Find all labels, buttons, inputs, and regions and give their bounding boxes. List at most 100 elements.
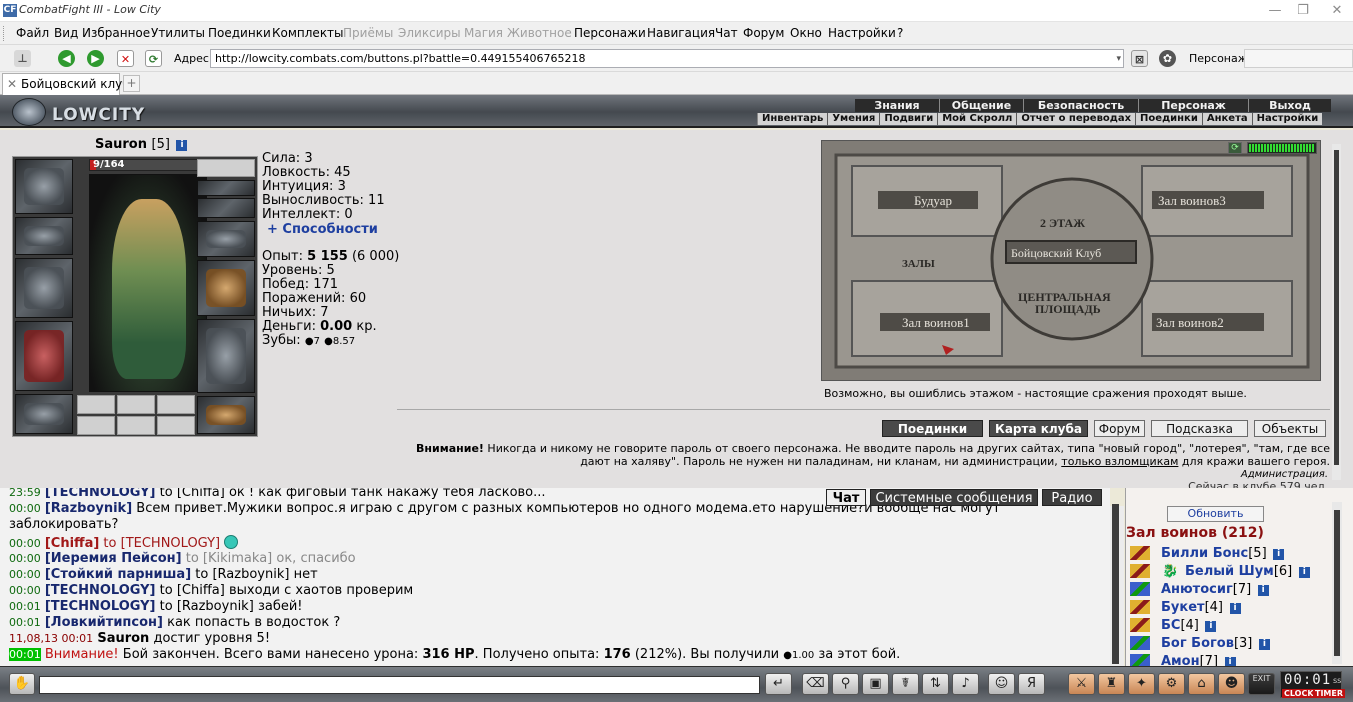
nav-feats[interactable]: Подвиги <box>880 113 939 125</box>
tab-fight-club[interactable]: ✕ Бойцовский клуб <box>2 73 130 95</box>
menu-item-view[interactable]: Вид <box>54 26 78 40</box>
character-select[interactable] <box>1244 49 1353 68</box>
rune-slot-2[interactable] <box>117 416 155 435</box>
gloves-slot[interactable] <box>197 221 255 257</box>
filter-icon[interactable]: ⚲ <box>832 673 859 695</box>
menu-item-duels[interactable]: Поединки <box>208 26 271 40</box>
close-icon[interactable]: ✕ <box>1327 2 1347 19</box>
chat-sender[interactable]: [TECHNOLOGY] <box>45 488 156 500</box>
nav-character[interactable]: Персонаж <box>1139 99 1249 112</box>
bracers-slot[interactable] <box>15 217 73 255</box>
tab-chat[interactable]: Чат <box>826 489 866 506</box>
character-name-text[interactable]: Sauron <box>95 137 147 152</box>
warning-link[interactable]: только взломщикам <box>1061 455 1178 468</box>
menu-item-window[interactable]: Окно <box>790 26 822 40</box>
chat-recipient[interactable]: to [Chiffa] <box>160 488 225 500</box>
exit-button[interactable]: EXIT <box>1248 673 1275 695</box>
map-label-boudoir[interactable]: Будуар <box>914 193 952 208</box>
new-tab-icon[interactable]: + <box>123 75 140 92</box>
room-user-name[interactable]: Билли Бонс <box>1161 546 1248 561</box>
abilities-link[interactable]: + Способности <box>267 222 378 237</box>
rune-slot-1[interactable] <box>77 416 115 435</box>
objects-button[interactable]: Объекты <box>1254 420 1326 437</box>
info-icon[interactable]: i <box>1229 603 1241 614</box>
chevron-down-icon[interactable]: ▾ <box>1116 51 1121 67</box>
home-icon[interactable]: ⌂ <box>1188 673 1215 695</box>
chest-icon[interactable]: ✦ <box>1128 673 1155 695</box>
clock-timer[interactable]: 00:01 ss CLOCK TIMER <box>1280 671 1346 698</box>
amulet-slot[interactable] <box>197 159 255 177</box>
character-portrait[interactable] <box>89 174 207 392</box>
chat-sender[interactable]: Sauron <box>97 631 149 646</box>
save-log-icon[interactable]: ▣ <box>862 673 889 695</box>
pin-icon[interactable]: ⊥ <box>14 50 31 67</box>
gear-icon[interactable]: ⚙ <box>1158 673 1185 695</box>
map-label-fight-club[interactable]: Бойцовский Клуб <box>1011 246 1101 260</box>
menu-item-techniques[interactable]: Приёмы <box>343 26 393 40</box>
nav-security[interactable]: Безопасность <box>1024 99 1139 112</box>
hint-button[interactable]: Подсказка <box>1151 420 1248 437</box>
bag-icon[interactable]: ♜ <box>1098 673 1125 695</box>
refresh-icon[interactable]: ⟳ <box>145 50 162 67</box>
nav-duels[interactable]: Поединки <box>1136 113 1203 125</box>
group-icon[interactable]: ☻ <box>1218 673 1245 695</box>
translit-icon[interactable]: Я <box>1018 673 1045 695</box>
club-map[interactable]: Будуар Зал воинов3 2 ЭТАЖ Бойцовский Клу… <box>821 140 1321 381</box>
menu-item-magic[interactable]: Магия <box>464 26 503 40</box>
menu-item-help[interactable]: ? <box>897 26 903 40</box>
chat-sender[interactable]: [Ловкийтипсон] <box>45 615 163 630</box>
map-label-hall-2[interactable]: Зал воинов2 <box>1156 315 1224 330</box>
nav-exit[interactable]: Выход <box>1249 99 1331 112</box>
earrings-slot[interactable] <box>197 180 255 196</box>
nav-knowledge[interactable]: Знания <box>855 99 940 112</box>
chat-sender[interactable]: [TECHNOLOGY] <box>45 583 156 598</box>
info-icon[interactable]: i <box>1273 549 1285 560</box>
fighter-icon[interactable]: ☤ <box>892 673 919 695</box>
chat-recipient[interactable]: to [Razboynik] <box>195 567 289 582</box>
fight-icon[interactable]: ⚔ <box>1068 673 1095 695</box>
chat-recipient[interactable]: [TECHNOLOGY] <box>121 536 221 551</box>
nav-profile[interactable]: Анкета <box>1203 113 1253 125</box>
maximize-icon[interactable]: ❐ <box>1293 2 1313 19</box>
club-map-button[interactable]: Карта клуба <box>989 420 1088 437</box>
map-label-hall-1[interactable]: Зал воинов1 <box>902 315 970 330</box>
room-user-name[interactable]: Букет <box>1161 600 1205 615</box>
armor-slot[interactable] <box>15 321 73 391</box>
block-icon[interactable]: ⊠ <box>1131 50 1148 67</box>
menu-item-elixirs[interactable]: Эликсиры <box>398 26 461 40</box>
chat-recipient[interactable]: to [Razboynik] <box>160 599 254 614</box>
close-icon[interactable]: ✕ <box>7 74 17 94</box>
info-icon[interactable]: i <box>176 140 188 151</box>
rune-slot-3[interactable] <box>157 416 195 435</box>
gears-icon[interactable]: ✿ <box>1159 50 1176 67</box>
menu-item-favorites[interactable]: Избранное <box>82 26 150 40</box>
smiley-icon[interactable]: ☺ <box>988 673 1015 695</box>
map-label-floor-2[interactable]: 2 ЭТАЖ <box>1040 216 1085 230</box>
rings-slot[interactable] <box>197 198 255 218</box>
ring-slot-1[interactable] <box>77 395 115 414</box>
map-label-square[interactable]: ПЛОЩАДЬ <box>1035 302 1101 316</box>
menu-item-characters[interactable]: Персонажи <box>574 26 646 40</box>
boots-slot[interactable] <box>197 396 255 434</box>
room-user-name[interactable]: БС <box>1161 618 1180 633</box>
menu-item-pet[interactable]: Животное <box>507 26 572 40</box>
send-icon[interactable]: ↵ <box>765 673 792 695</box>
room-scrollbar-thumb[interactable] <box>1334 510 1340 656</box>
address-input[interactable]: http://lowcity.combats.com/buttons.pl?ba… <box>210 49 1124 68</box>
chat-sender[interactable]: [Иеремия Пейсон] <box>45 551 182 566</box>
tab-radio[interactable]: Радио <box>1042 489 1102 506</box>
menu-item-file[interactable]: Файл <box>16 26 49 40</box>
room-refresh-button[interactable]: Обновить <box>1167 506 1264 522</box>
nav-my-scroll[interactable]: Мой Скролл <box>938 113 1018 125</box>
menu-item-navigation[interactable]: Навигация <box>647 26 715 40</box>
belt-slot[interactable] <box>15 394 73 434</box>
legs-slot[interactable] <box>197 319 255 393</box>
ring-slot-2[interactable] <box>117 395 155 414</box>
info-icon[interactable]: i <box>1205 621 1217 632</box>
chat-sender[interactable]: [TECHNOLOGY] <box>45 599 156 614</box>
room-user-name[interactable]: Бог Богов <box>1161 636 1234 651</box>
dagger-slot[interactable] <box>197 260 255 316</box>
back-icon[interactable]: ◀ <box>58 50 75 67</box>
nav-communication[interactable]: Общение <box>940 99 1024 112</box>
room-user-name[interactable]: Анютосиг <box>1161 582 1233 597</box>
